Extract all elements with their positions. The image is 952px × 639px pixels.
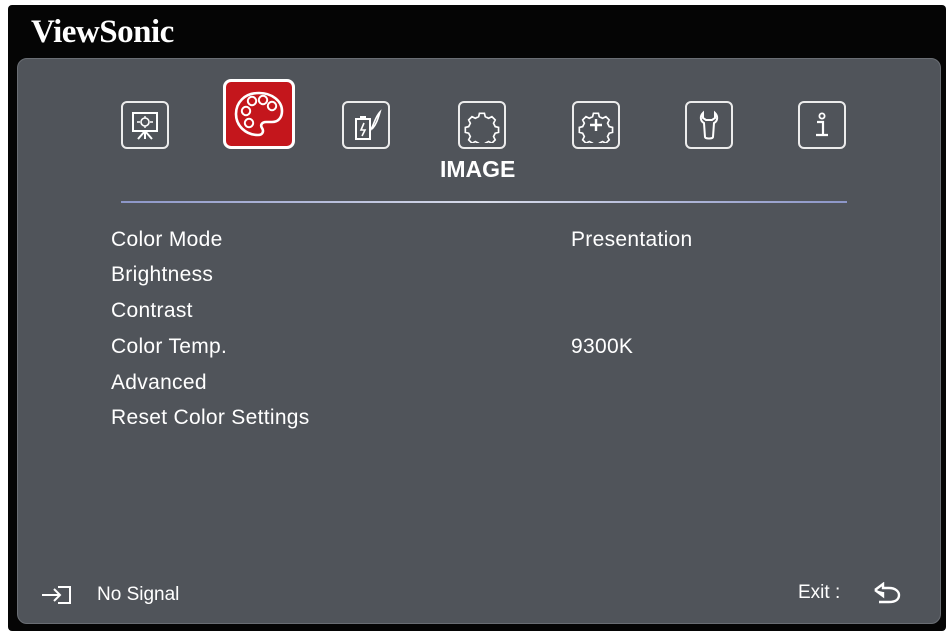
tab-basic[interactable]: [458, 101, 506, 149]
input-source-icon: [42, 586, 71, 604]
system-tool-icon: [699, 110, 719, 140]
return-arrow-icon[interactable]: [871, 582, 907, 606]
tab-information[interactable]: [798, 101, 846, 149]
brand-logo: ViewSonic: [31, 14, 174, 50]
menu-item-reset-color-settings[interactable]: Reset Color Settings: [111, 406, 310, 430]
palette-icon: [234, 91, 284, 137]
exit-label: Exit :: [798, 582, 841, 603]
menu-title: IMAGE: [440, 156, 516, 182]
divider: [121, 201, 847, 203]
basic-settings-icon: [464, 112, 500, 143]
display-icon: [132, 112, 158, 140]
tab-system[interactable]: [685, 101, 733, 149]
tab-image[interactable]: [223, 79, 295, 149]
tab-advanced[interactable]: [572, 101, 620, 149]
tab-power-management[interactable]: [342, 101, 390, 149]
menu-item-contrast[interactable]: Contrast: [111, 299, 193, 323]
power-management-icon: [355, 109, 382, 140]
menu-item-advanced[interactable]: Advanced: [111, 371, 207, 395]
advanced-settings-icon: [578, 112, 614, 143]
color-temp-value: 9300K: [571, 335, 634, 358]
information-icon: [816, 112, 828, 137]
color-mode-value: Presentation: [571, 228, 693, 251]
menu-item-color-mode[interactable]: Color Mode: [111, 228, 223, 252]
menu-item-brightness[interactable]: Brightness: [111, 263, 213, 287]
menu-item-color-temp[interactable]: Color Temp.: [111, 335, 227, 359]
tab-display[interactable]: [121, 101, 169, 149]
source-status: No Signal: [97, 584, 180, 605]
